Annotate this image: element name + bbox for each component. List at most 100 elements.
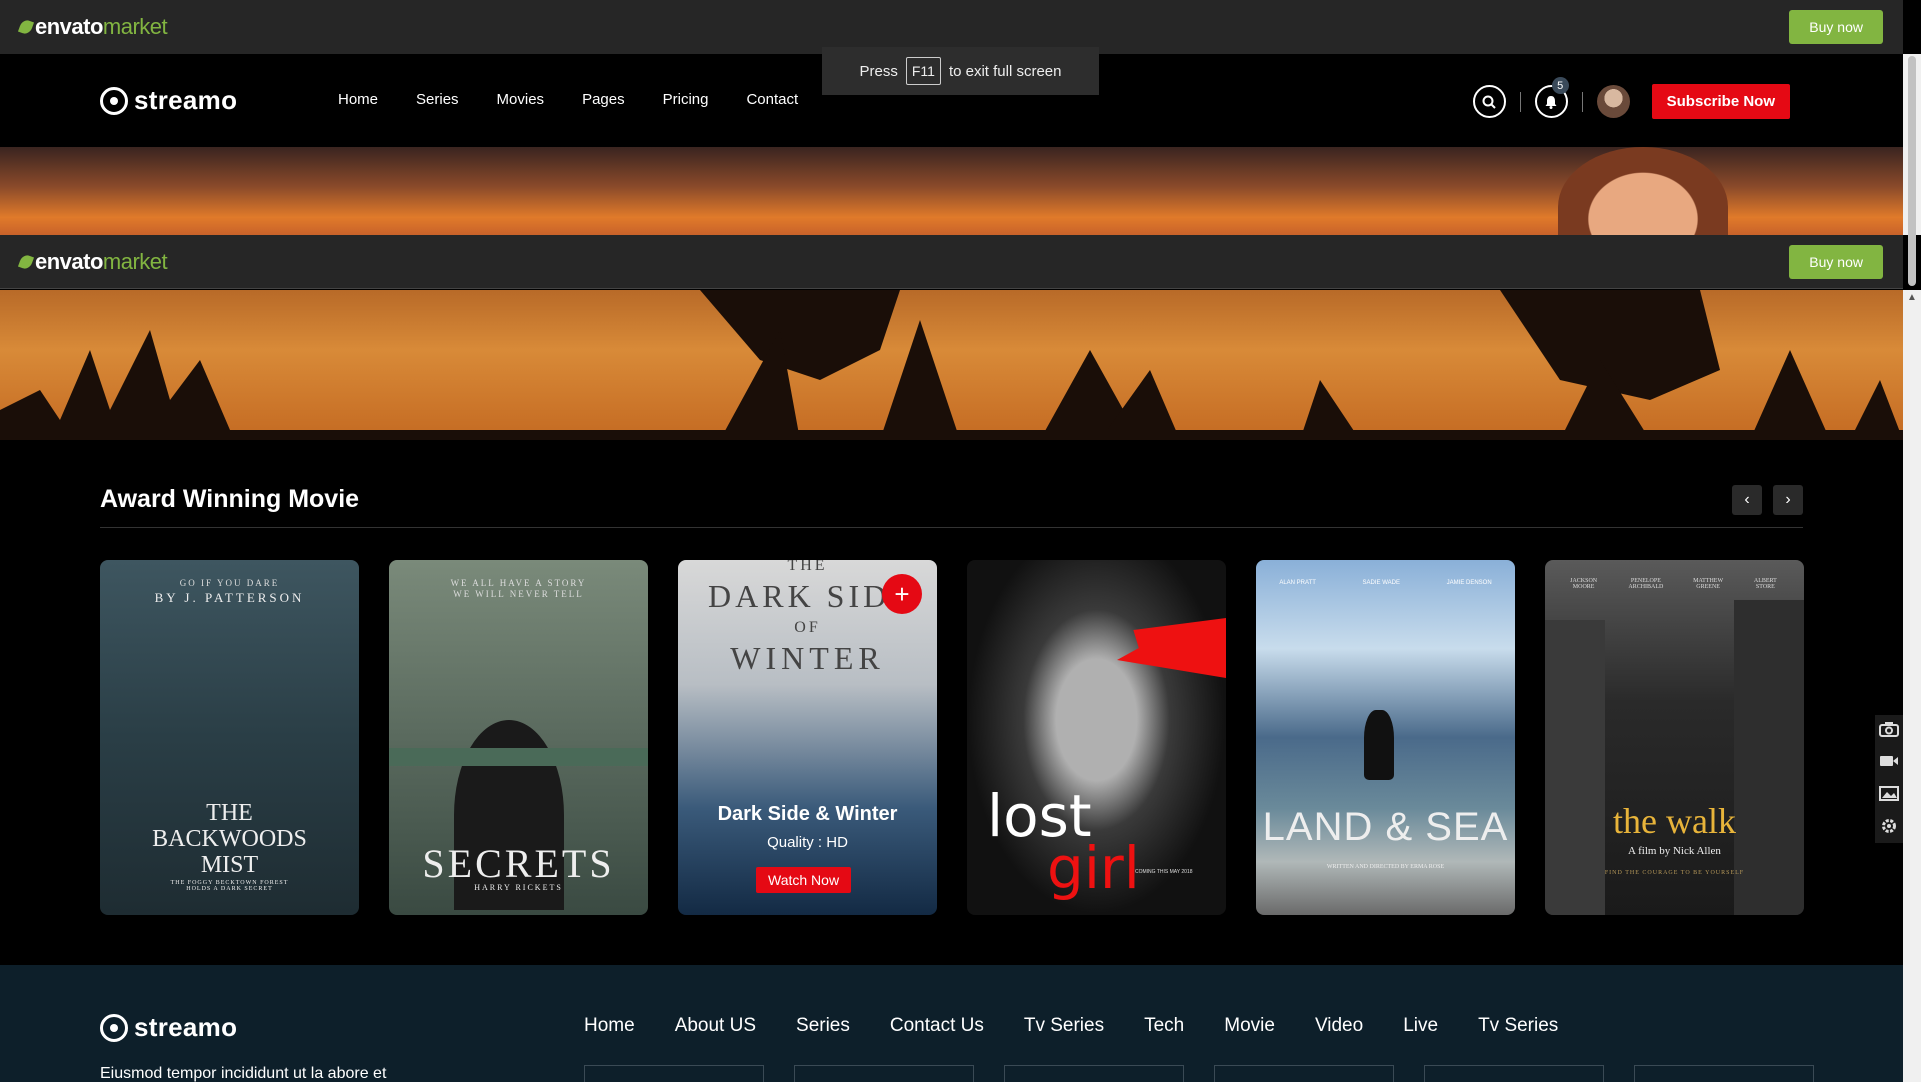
prev-button[interactable]: ‹	[1732, 485, 1762, 515]
notice-rest-text: to exit full screen	[948, 62, 1062, 80]
movie-card[interactable]: WE ALL HAVE A STORY WE WILL NEVER TELL S…	[389, 560, 648, 915]
gallery-icon[interactable]	[1878, 785, 1900, 805]
chevron-left-icon: ‹	[1744, 491, 1750, 508]
scrollbar-2[interactable]: ▲	[1903, 290, 1921, 1082]
buy-now-button[interactable]: Buy now	[1789, 10, 1883, 44]
poster-credit: A film by Nick Allen	[1628, 845, 1721, 857]
footer-link-series[interactable]: Series	[796, 1015, 850, 1037]
poster-title: the walk	[1613, 801, 1736, 841]
watch-now-button[interactable]: Watch Now	[756, 867, 852, 893]
envato-bar-2: envato market Buy now	[0, 235, 1903, 289]
movie-card[interactable]: JACKSON MOORE PENELOPE ARCHIBALD MATTHEW…	[1545, 560, 1804, 915]
cast-name: JACKSON MOORE	[1570, 578, 1598, 590]
envato-leaf-icon	[17, 252, 35, 271]
poster-cast: ALAN PRATT SADIE WADE JAMIE DENSON	[1256, 580, 1515, 586]
poster-title-2: girl	[1047, 834, 1140, 902]
nav-contact[interactable]: Contact	[746, 91, 798, 108]
market-logo-text: market	[102, 14, 168, 39]
footer-description: Eiusmod tempor incididunt ut la abore et	[100, 1065, 387, 1082]
footer-thumbnail[interactable]	[1004, 1065, 1184, 1082]
scrollbar[interactable]	[1903, 54, 1921, 286]
poster-title-line: BACKWOODS	[152, 826, 307, 852]
poster-cast: JACKSON MOORE PENELOPE ARCHIBALD MATTHEW…	[1555, 578, 1794, 590]
poster-title-top: THE	[787, 560, 828, 574]
footer-link-contact[interactable]: Contact Us	[890, 1015, 984, 1037]
poster-tagline: FIND THE COURAGE TO BE YOURSELF	[1604, 870, 1745, 876]
footer-link-home[interactable]: Home	[584, 1015, 635, 1037]
poster-title-of: OF	[794, 619, 821, 636]
card-quality: Quality : HD	[767, 834, 848, 851]
nav-pages[interactable]: Pages	[582, 91, 625, 108]
subscribe-button[interactable]: Subscribe Now	[1651, 84, 1790, 119]
hero-banner-bottom	[0, 290, 1903, 440]
camera-icon[interactable]	[1878, 721, 1900, 741]
divider	[1581, 91, 1583, 112]
nav-series[interactable]: Series	[416, 91, 459, 108]
search-button[interactable]	[1472, 85, 1506, 118]
nav-home[interactable]: Home	[338, 91, 378, 108]
poster-tagline: GO IF YOU DARE	[179, 578, 280, 588]
movie-card[interactable]: lost girl COMING THIS MAY 2018	[967, 560, 1226, 915]
silhouette-image	[0, 290, 1903, 440]
envato-logo-2[interactable]: envato market	[17, 248, 168, 275]
footer-nav: Home About US Series Contact Us Tv Serie…	[584, 1015, 1558, 1037]
bell-icon	[1545, 95, 1557, 109]
notification-badge: 5	[1551, 77, 1569, 94]
footer-thumbnail[interactable]	[1634, 1065, 1814, 1082]
divider	[1519, 91, 1521, 112]
hero-face-image	[1558, 147, 1728, 235]
cast-name: ALBERT STORE	[1753, 578, 1777, 590]
cast-name: PENELOPE ARCHIBALD	[1628, 578, 1664, 590]
footer-link-video[interactable]: Video	[1315, 1015, 1363, 1037]
poster-building-right	[1734, 600, 1804, 915]
avatar[interactable]	[1596, 85, 1630, 118]
section-title: Award Winning Movie	[100, 485, 360, 513]
poster-title: THE BACKWOODS MIST	[100, 800, 359, 878]
footer-thumbnails	[584, 1065, 1814, 1082]
footer-thumbnail[interactable]	[794, 1065, 974, 1082]
card-title: Dark Side & Winter	[717, 803, 898, 825]
header-actions: 5 Subscribe Now	[1472, 77, 1790, 119]
video-camera-icon[interactable]	[1878, 753, 1900, 773]
nav-movies[interactable]: Movies	[497, 91, 545, 108]
poster-blindfold	[389, 748, 648, 766]
brand-name: streamo	[134, 85, 238, 115]
poster-tagline: WE ALL HAVE A STORY	[450, 578, 587, 588]
poster-author: BY J. PATTERSON	[154, 590, 305, 605]
footer-thumbnail[interactable]	[1424, 1065, 1604, 1082]
gear-icon[interactable]	[1878, 817, 1900, 837]
footer-link-about[interactable]: About US	[675, 1015, 756, 1037]
nav-pricing[interactable]: Pricing	[663, 91, 709, 108]
cast-name: JAMIE DENSON	[1446, 580, 1492, 586]
market-logo-text: market	[102, 248, 168, 274]
movie-card-active[interactable]: THE DARK SID OF WINTER + Dark Side & Win…	[678, 560, 937, 915]
footer-link-tech[interactable]: Tech	[1144, 1015, 1184, 1037]
footer-link-tv-series-2[interactable]: Tv Series	[1478, 1015, 1558, 1037]
footer-link-live[interactable]: Live	[1403, 1015, 1438, 1037]
next-button[interactable]: ›	[1773, 485, 1803, 515]
envato-bar: envato market Buy now	[0, 0, 1903, 54]
poster-note: COMING THIS MAY 2018	[1135, 869, 1193, 875]
footer-thumbnail[interactable]	[1214, 1065, 1394, 1082]
poster-subtitle: THE FOGGY BECKTOWN FOREST HOLDS A DARK S…	[170, 880, 289, 892]
poster-tagline-2: WE WILL NEVER TELL	[453, 589, 584, 599]
scroll-up-icon[interactable]: ▲	[1907, 292, 1917, 303]
chevron-right-icon: ›	[1785, 491, 1791, 508]
poster-title: SECRETS	[422, 841, 615, 886]
site-logo[interactable]: streamo	[100, 85, 237, 116]
add-to-list-button[interactable]: +	[882, 574, 922, 614]
footer-thumbnail[interactable]	[584, 1065, 764, 1082]
footer-link-tv-series[interactable]: Tv Series	[1024, 1015, 1104, 1037]
movie-card[interactable]: GO IF YOU DARE BY J. PATTERSON THE BACKW…	[100, 560, 359, 915]
footer-link-movie[interactable]: Movie	[1224, 1015, 1275, 1037]
buy-now-button-2[interactable]: Buy now	[1789, 244, 1883, 279]
footer-logo[interactable]: streamo	[100, 1012, 237, 1043]
movie-card[interactable]: ALAN PRATT SADIE WADE JAMIE DENSON LAND …	[1256, 560, 1515, 915]
envato-logo[interactable]: envato market	[17, 14, 168, 40]
envato-logo-text: envato	[35, 248, 103, 274]
notifications-button[interactable]: 5	[1534, 77, 1569, 118]
site-footer: streamo Eiusmod tempor incididunt ut la …	[0, 965, 1903, 1082]
scrollbar-thumb[interactable]	[1908, 56, 1916, 286]
cast-name: ALAN PRATT	[1279, 580, 1316, 586]
plus-icon: +	[894, 578, 910, 609]
